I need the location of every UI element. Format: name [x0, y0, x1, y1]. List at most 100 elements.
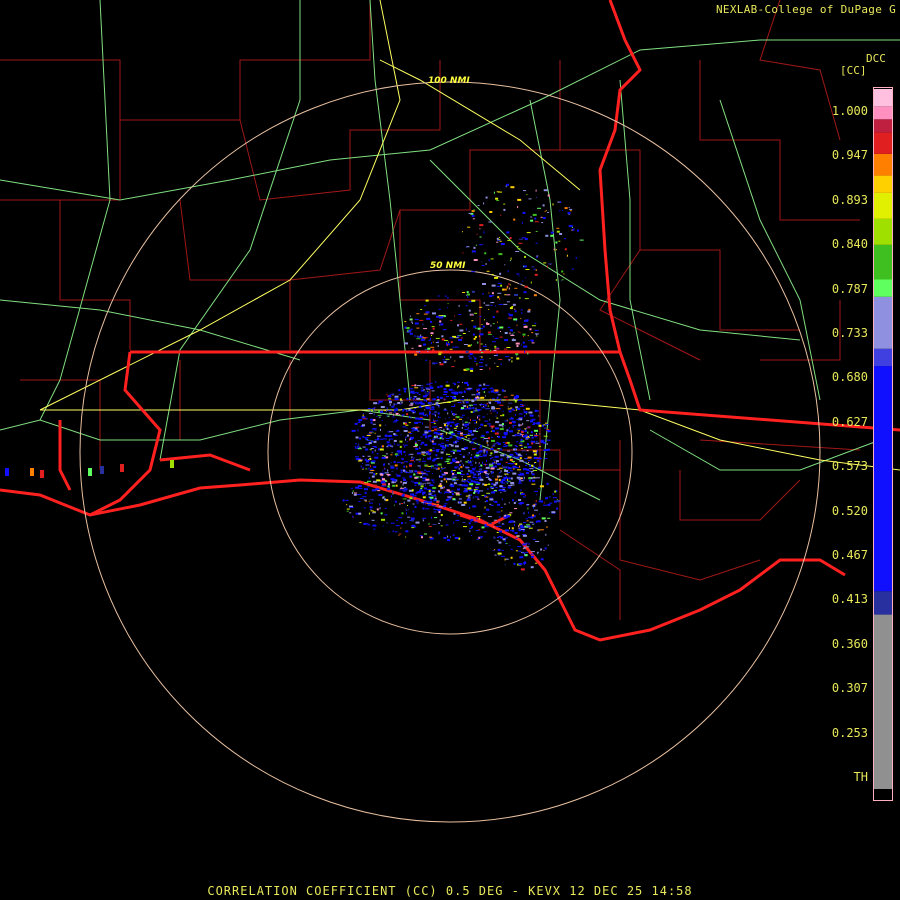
radar-echo-pixel	[434, 414, 436, 416]
radar-echo-pixel	[480, 396, 485, 399]
radar-echo-pixel	[384, 412, 386, 414]
radar-echo-pixel	[518, 525, 520, 528]
radar-echo-pixel	[463, 402, 465, 404]
range-ring-label-100: 100 NMI	[428, 76, 470, 86]
radar-echo-pixel	[478, 456, 483, 457]
radar-echo-pixel	[500, 243, 505, 245]
radar-echo-pixel	[500, 454, 505, 457]
radar-echo-pixel	[524, 298, 529, 300]
radar-echo-pixel	[547, 517, 551, 519]
radar-echo-pixel	[359, 498, 364, 499]
radar-echo-pixel	[463, 491, 467, 493]
radar-echo-pixel	[439, 519, 441, 522]
radar-echo-pixel	[407, 499, 411, 502]
radar-echo-pixel	[385, 479, 387, 481]
radar-echo-pixel	[499, 530, 503, 533]
radar-echo-pixel	[550, 231, 554, 234]
radar-echo-pixel	[414, 444, 418, 446]
radar-echo-pixel	[526, 450, 529, 452]
radar-echo-pixel	[534, 462, 537, 463]
radar-echo-pixel	[508, 326, 511, 328]
radar-echo-pixel	[468, 470, 470, 472]
radar-echo-pixel	[466, 434, 471, 436]
radar-echo-pixel	[515, 501, 517, 502]
radar-echo-pixel	[472, 460, 474, 462]
radar-echo-pixel	[494, 432, 499, 435]
radar-echo-pixel	[524, 554, 528, 557]
radar-echo-pixel	[346, 508, 350, 510]
radar-echo-pixel	[481, 494, 485, 496]
radar-echo-pixel	[377, 414, 382, 416]
radar-echo-pixel	[470, 441, 474, 444]
radar-echo-pixel	[523, 409, 525, 411]
radar-echo-pixel	[410, 315, 411, 317]
radar-echo-pixel	[531, 332, 534, 334]
radar-echo-pixel	[499, 449, 503, 451]
radar-echo-pixel	[473, 473, 477, 476]
radar-echo-pixel	[530, 216, 533, 218]
radar-echo-pixel	[473, 246, 476, 249]
radar-echo-pixel	[470, 520, 472, 522]
radar-echo-pixel	[499, 475, 503, 477]
radar-echo-pixel	[390, 462, 392, 464]
radar-echo-pixel	[400, 486, 402, 488]
radar-echo-pixel	[456, 438, 461, 440]
radar-echo-pixel	[438, 308, 441, 310]
radar-echo-pixel	[525, 428, 527, 430]
radar-echo-pixel	[473, 429, 477, 432]
radar-echo-pixel	[503, 477, 507, 478]
radar-echo-pixel	[504, 339, 509, 342]
radar-echo-pixel	[505, 442, 508, 444]
radar-echo-pixel	[474, 357, 477, 360]
radar-echo-pixel	[457, 449, 461, 452]
radar-echo-pixel	[461, 462, 463, 464]
radar-echo-pixel	[536, 422, 541, 425]
radar-viewport[interactable]: 50 NMI 100 NMI NEXLAB-College of DuPage …	[0, 0, 900, 900]
radar-echo-pixel	[410, 321, 413, 323]
radar-echo-pixel	[477, 474, 479, 476]
radar-echo-pixel	[460, 416, 464, 418]
radar-echo-pixel	[471, 320, 474, 322]
radar-echo-pixel	[476, 393, 480, 396]
radar-echo-pixel	[468, 422, 471, 424]
radar-echo-pixel	[458, 304, 460, 307]
radar-echo-pixel	[434, 411, 437, 414]
legend-tick-label: 0.680	[831, 370, 868, 385]
radar-echo-pixel	[412, 480, 414, 483]
radar-echo-pixel	[522, 543, 527, 546]
radar-echo-pixel	[543, 262, 547, 264]
radar-echo-pixel	[506, 231, 510, 234]
radar-echo-pixel	[387, 485, 390, 488]
radar-echo-pixel	[373, 466, 377, 468]
radar-echo-pixel	[535, 189, 537, 192]
radar-echo-pixel	[488, 221, 493, 223]
radar-echo-pixel	[417, 440, 421, 441]
radar-echo-pixel	[376, 416, 378, 417]
radar-echo-pixel	[438, 405, 440, 407]
radar-echo-pixel	[508, 418, 512, 420]
radar-echo-pixel	[402, 490, 407, 492]
radar-echo-pixel	[440, 466, 442, 468]
radar-echo-pixel	[471, 400, 475, 403]
radar-echo-pixel	[420, 443, 423, 445]
radar-echo-pixel	[479, 468, 483, 471]
radar-echo-pixel	[498, 489, 503, 492]
radar-echo-pixel	[497, 292, 502, 294]
radar-echo-pixel	[498, 253, 503, 256]
radar-echo-pixel	[390, 466, 395, 469]
radar-echo-pixel	[364, 482, 369, 484]
radar-echo-pixel	[449, 424, 452, 427]
radar-echo-pixel	[486, 459, 487, 462]
radar-echo-pixel	[443, 390, 448, 393]
radar-echo-pixel	[386, 441, 390, 444]
radar-echo-pixel	[526, 443, 529, 446]
radar-echo-pixel	[426, 407, 431, 410]
radar-echo-pixel	[391, 478, 393, 481]
radar-echo-pixel	[419, 489, 423, 492]
radar-echo-pixel	[469, 506, 471, 509]
radar-echo-pixel	[421, 441, 425, 444]
radar-echo-pixel	[376, 435, 381, 437]
radar-echo-pixel	[483, 405, 485, 407]
radar-echo-pixel	[517, 454, 522, 456]
radar-echo-pixel	[371, 475, 375, 478]
